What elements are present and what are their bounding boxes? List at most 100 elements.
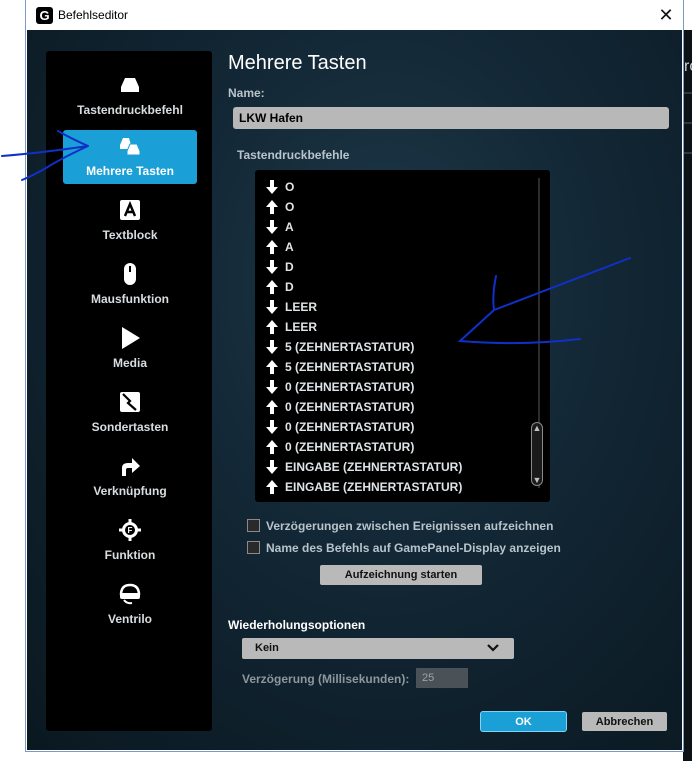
cancel-button[interactable]: Abbrechen [582,712,667,731]
chevron-down-icon [487,644,499,652]
repeat-options-select[interactable]: Kein [242,638,514,659]
command-key-label: D [285,259,294,274]
sidebar-item-keystroke[interactable]: Tastendruckbefehl [63,69,197,123]
command-key-label: EINGABE (ZEHNERTASTATUR) [285,479,463,494]
key-up-arrow-icon [266,399,278,414]
command-row[interactable]: A [265,236,525,256]
command-key-label: D [285,279,294,294]
key-down-arrow-icon [266,459,278,474]
svg-text:F: F [128,526,133,535]
sidebar-item-label: Textblock [102,228,158,242]
delay-label: Verzögerung (Millisekunden): [242,672,410,686]
sidebar-item-function[interactable]: F Funktion [63,514,197,568]
sidebar-item-label: Funktion [104,548,156,562]
command-row[interactable]: 5 (ZEHNERTASTATUR) [265,336,525,356]
dialog-body: Tastendruckbefehl Mehrere Tasten Textblo… [27,30,682,750]
command-row[interactable]: A [265,216,525,236]
key-down-arrow-icon [266,419,278,434]
key-up-arrow-icon [266,359,278,374]
scroll-up-icon: ▲ [532,423,542,433]
page-title: Mehrere Tasten [228,52,367,74]
close-icon[interactable]: ✕ [655,4,677,26]
command-key-label: LEER [285,319,318,334]
repeat-options-label: Wiederholungsoptionen [228,618,366,632]
background-divider [683,122,692,124]
command-row[interactable]: 0 (ZEHNERTASTATUR) [265,416,525,436]
sidebar-item-ventrilo[interactable]: Ventrilo [63,578,197,632]
gamepanel-display-checkbox[interactable]: Name des Befehls auf GamePanel-Display a… [247,540,561,555]
checkbox-label: Verzögerungen zwischen Ereignissen aufze… [266,518,554,533]
window-title: Befehlseditor [58,8,129,22]
start-recording-button[interactable]: Aufzeichnung starten [320,565,482,585]
key-down-arrow-icon [266,379,278,394]
command-row[interactable]: O [265,176,525,196]
command-row[interactable]: O [265,196,525,216]
command-key-label: 0 (ZEHNERTASTATUR) [285,379,415,394]
command-row[interactable]: 0 (ZEHNERTASTATUR) [265,396,525,416]
textblock-icon [120,200,140,220]
sidebar-item-mouse[interactable]: Mausfunktion [63,258,197,312]
key-up-arrow-icon [266,199,278,214]
command-key-label: O [285,199,295,214]
command-row[interactable]: 5 (ZEHNERTASTATUR) [265,356,525,376]
sidebar-item-hotkeys[interactable]: Sondertasten [63,386,197,440]
command-row[interactable]: EINGABE (ZEHNERTASTATUR) [265,456,525,476]
sidebar-item-label: Mehrere Tasten [86,164,174,178]
key-up-arrow-icon [266,319,278,334]
ok-button[interactable]: OK [481,712,566,731]
command-row[interactable]: D [265,276,525,296]
command-row[interactable]: EINGABE (ZEHNERTASTATUR) [265,476,525,496]
command-editor-window: G Befehlseditor ✕ Tastendruckbefehl Mehr… [26,0,683,751]
sidebar-item-multikey[interactable]: Mehrere Tasten [63,130,197,184]
repeat-select-value: Kein [255,642,279,654]
command-row[interactable]: 0 (ZEHNERTASTATUR) [265,436,525,456]
command-key-label: EINGABE (ZEHNERTASTATUR) [285,459,463,474]
background-divider [683,92,692,94]
scroll-down-icon: ▼ [532,475,542,485]
command-key-label: O [285,179,295,194]
sidebar-item-label: Media [112,356,147,370]
command-key-label: A [285,219,294,234]
command-row[interactable]: LEER [265,316,525,336]
background-text-fragment: ro [684,58,692,75]
command-key-label: 0 (ZEHNERTASTATUR) [285,419,415,434]
sidebar-item-shortcut[interactable]: Verknüpfung [63,450,197,504]
key-down-arrow-icon [266,259,278,274]
command-key-label: 5 (ZEHNERTASTATUR) [285,359,415,374]
play-icon [122,327,140,349]
shortcut-arrow-icon [122,458,140,476]
command-key-label: 0 (ZEHNERTASTATUR) [285,439,415,454]
command-key-label: A [285,239,294,254]
key-down-arrow-icon [266,339,278,354]
function-gear-icon: F [119,519,141,541]
sidebar-item-textblock[interactable]: Textblock [63,194,197,248]
mouse-icon [124,263,136,285]
command-key-label: 5 (ZEHNERTASTATUR) [285,339,415,354]
key-down-arrow-icon [266,299,278,314]
keystroke-commands-label: Tastendruckbefehle [237,148,350,162]
scrollbar-thumb[interactable]: ▲ ▼ [531,422,543,486]
checkbox-box[interactable] [247,541,260,555]
command-row[interactable]: LEER [265,296,525,316]
multikey-icon [120,138,141,156]
sidebar-item-label: Ventrilo [107,612,152,626]
name-input[interactable] [233,107,669,129]
record-delays-checkbox[interactable]: Verzögerungen zwischen Ereignissen aufze… [247,518,553,533]
title-bar[interactable]: G Befehlseditor ✕ [26,0,683,30]
sidebar-item-media[interactable]: Media [63,322,197,376]
key-down-arrow-icon [266,179,278,194]
command-key-label: LEER [285,299,318,314]
sidebar-item-label: Verknüpfung [93,484,167,498]
command-row[interactable]: 0 (ZEHNERTASTATUR) [265,376,525,396]
delay-input[interactable] [416,668,468,688]
hotkey-icon [120,392,140,412]
checkbox-label: Name des Befehls auf GamePanel-Display a… [266,540,561,555]
sidebar-item-label: Sondertasten [91,420,169,434]
command-key-label: 0 (ZEHNERTASTATUR) [285,399,415,414]
command-row[interactable]: D [265,256,525,276]
keystroke-icon [121,78,139,92]
checkbox-box[interactable] [247,519,260,533]
command-type-sidebar: Tastendruckbefehl Mehrere Tasten Textblo… [46,51,212,731]
keystroke-command-list[interactable]: ▲ ▼ O O A A D D LEER LEER 5 (ZEHNERTASTATUR) 5 (Z… [255,170,550,502]
logitech-logo-icon: G [36,7,53,24]
